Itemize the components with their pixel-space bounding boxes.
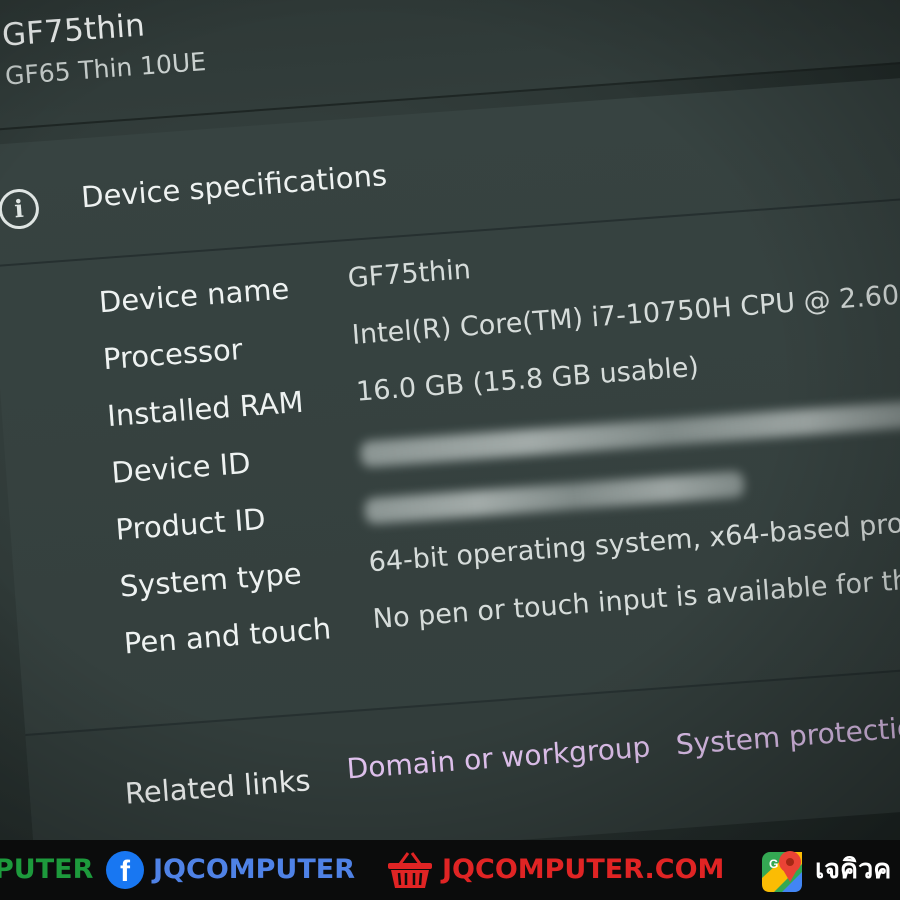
spec-label: Pen and touch: [122, 611, 333, 661]
spec-label: Device ID: [110, 445, 252, 490]
google-maps-icon: G: [762, 851, 802, 892]
banner-text-brand: PUTER: [0, 854, 94, 885]
watermark-banner: PUTER f JQCOMPUTER JQCOMPUTER.COM G เจคิ…: [0, 840, 900, 900]
banner-thai-name: เจคิวค: [815, 854, 892, 885]
facebook-icon: f: [106, 851, 144, 889]
spec-value: GF75thin: [346, 254, 472, 295]
windows-about-screen: GF75thin GF65 Thin 10UE i Device specifi…: [0, 0, 900, 878]
device-model: GF65 Thin 10UE: [4, 46, 207, 91]
related-links-title: Related links: [123, 763, 312, 811]
photo-stage: GF75thin GF65 Thin 10UE i Device specifi…: [0, 0, 900, 900]
spec-label: Processor: [101, 332, 244, 377]
spec-label: Device name: [97, 271, 291, 320]
spec-label: System type: [118, 556, 303, 604]
spec-label: Product ID: [114, 501, 267, 547]
banner-website: JQCOMPUTER.COM: [442, 854, 725, 885]
section-title: Device specifications: [79, 158, 389, 215]
info-icon: i: [0, 187, 41, 231]
spec-label: Installed RAM: [106, 384, 305, 434]
shopping-basket-icon: [388, 852, 432, 888]
device-title: GF75thin: [0, 7, 147, 54]
device-specifications-panel: i Device specifications Device name GF75…: [0, 64, 900, 876]
banner-facebook-name: JQCOMPUTER: [153, 854, 355, 885]
system-protection-link[interactable]: System protection: [675, 710, 900, 762]
svg-text:G: G: [769, 857, 778, 871]
domain-or-workgroup-link[interactable]: Domain or workgroup: [346, 730, 652, 785]
